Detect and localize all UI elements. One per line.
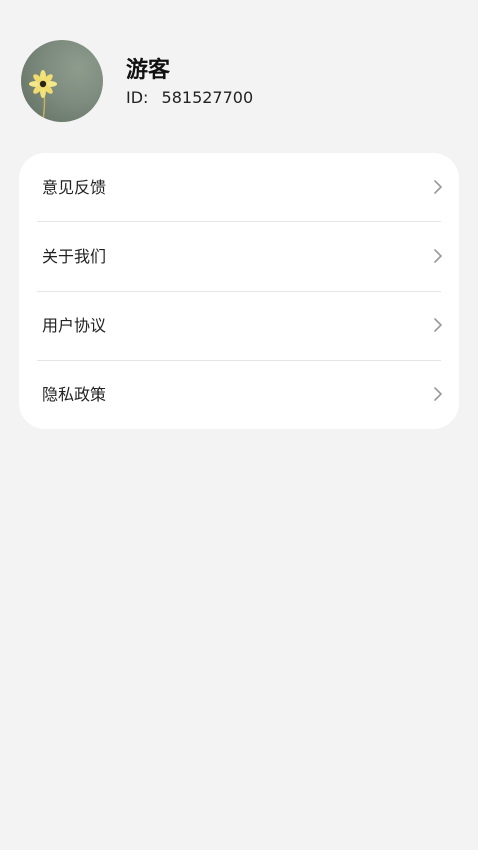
settings-menu-card: 意见反馈 关于我们 用户协议 隐私政策 <box>19 153 459 429</box>
profile-header: 游客 ID: 581527700 <box>0 0 478 140</box>
menu-item-user-agreement[interactable]: 用户协议 <box>19 291 459 360</box>
chevron-right-icon <box>434 249 442 263</box>
user-id-label: ID: <box>126 88 149 107</box>
user-name: 游客 <box>126 58 171 83</box>
chevron-right-icon <box>434 180 442 194</box>
menu-item-label: 意见反馈 <box>42 178 107 197</box>
menu-item-label: 隐私政策 <box>42 385 107 404</box>
menu-item-about-us[interactable]: 关于我们 <box>19 222 459 291</box>
menu-item-feedback[interactable]: 意见反馈 <box>19 153 459 222</box>
user-id-value: 581527700 <box>161 88 254 107</box>
chevron-right-icon <box>434 318 442 332</box>
avatar[interactable] <box>21 40 103 122</box>
menu-item-privacy-policy[interactable]: 隐私政策 <box>19 360 459 429</box>
user-id: ID: 581527700 <box>126 88 253 108</box>
menu-item-label: 关于我们 <box>42 247 107 266</box>
flower-icon <box>29 70 57 121</box>
chevron-right-icon <box>434 387 442 401</box>
menu-item-label: 用户协议 <box>42 316 107 335</box>
